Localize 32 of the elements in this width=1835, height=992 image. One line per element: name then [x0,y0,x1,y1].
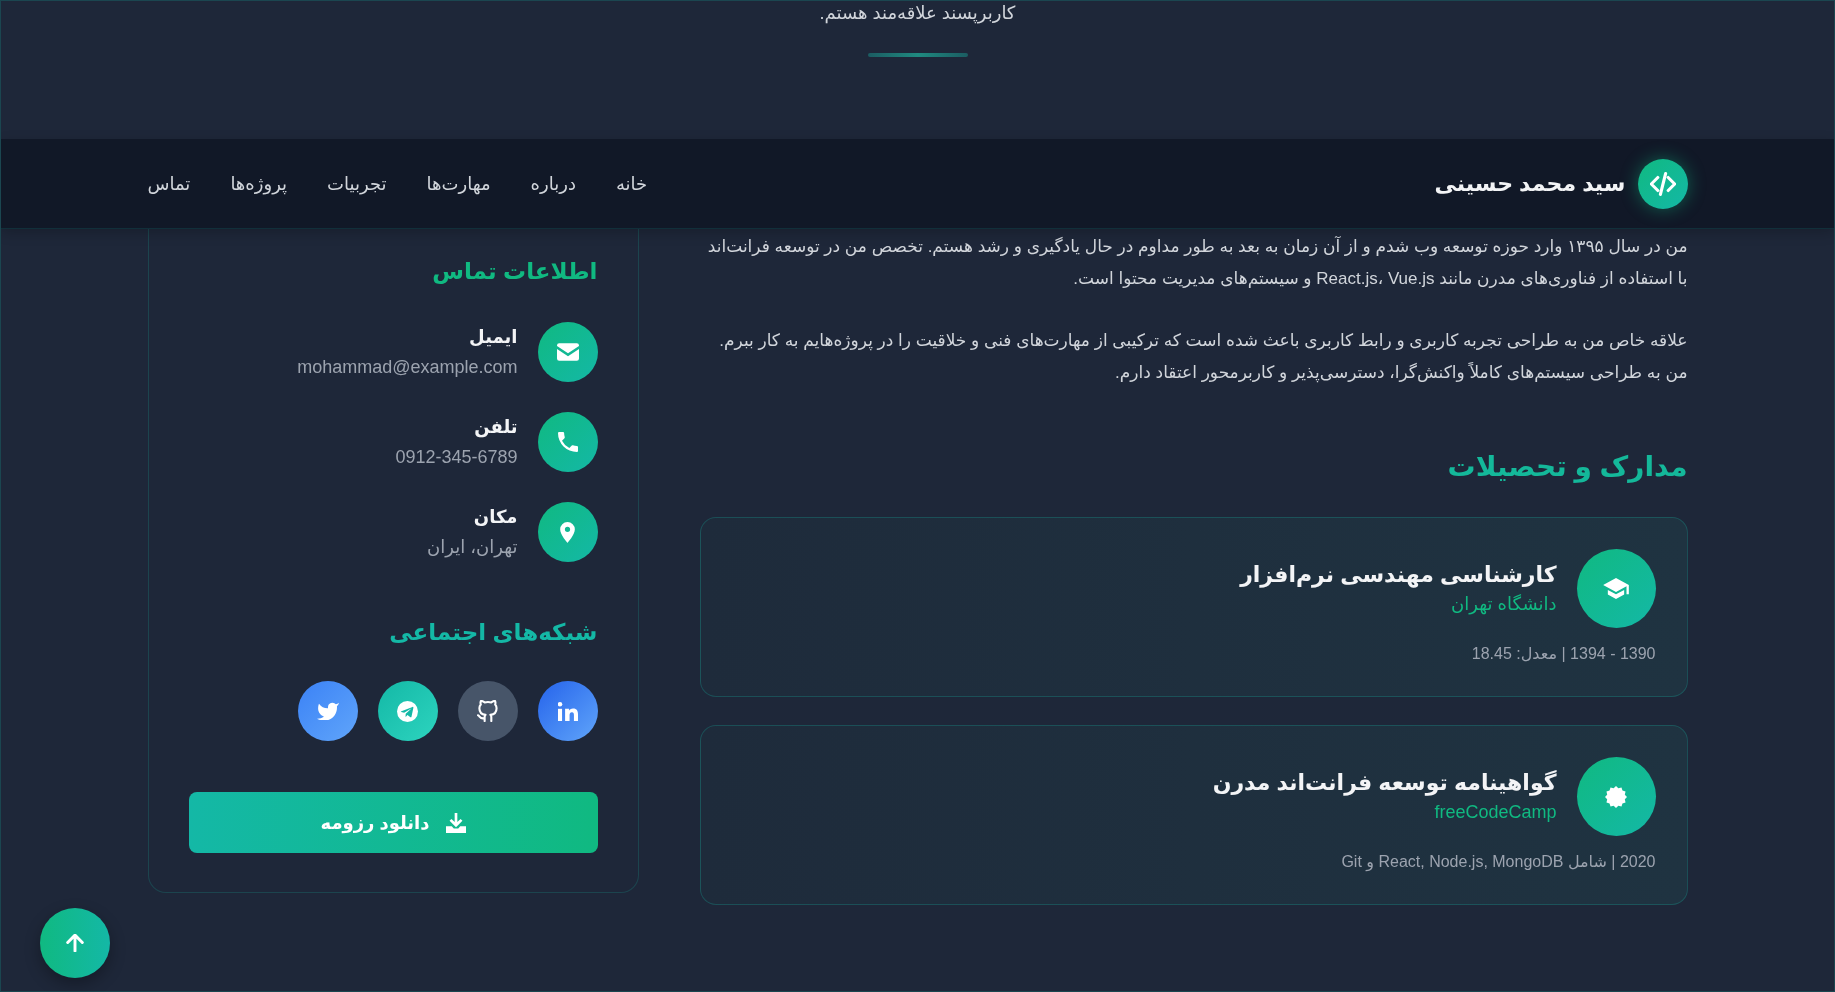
about-paragraph: من در سال ۱۳۹۵ وارد حوزه توسعه وب شدم و از آن زمان به بعد به طور مداوم در حال یادگیری و رشد هستم. تخصص من در توسعه فرانت‌اند با استفاده از فناوری‌های مدرن مانند React.js، Vue.js و سیستم‌های مدیریت محتوا است. [706,235,1688,290]
contact-heading: اطلاعات تماس [431,257,598,286]
nav-link[interactable]: تماس [147,172,191,195]
about-paragraph: علاقه خاص من به طراحی تجربه کاربری و رابط کاربری باعث شده است که ترکیبی از مهارت‌های فنی و خلاقیت را در پروژه‌هایم به کار ببرم. من به طراحی سیستم‌های کاملاً واکنش‌گرا، دسترسی‌پذیر و کاربرمحور اعتقاد دارم. [718,330,1688,385]
nav-link[interactable]: پروژه‌ها [230,172,288,195]
institution-name: freeCodeCamp [1433,800,1557,824]
institution-name: دانشگاه تهران [1450,592,1557,617]
site-title[interactable]: سید محمد حسینی [1434,170,1626,197]
nav-link[interactable]: خانه [615,172,648,195]
education-details: 2020 | شامل React, Node.js, MongoDB و Git [1340,852,1656,874]
education-title: گواهینامه توسعه فرانت‌اند مدرن [1212,768,1557,798]
bird-icon [316,702,339,720]
education-details: 1390 - 1394 | معدل: 18.45 [1470,644,1656,664]
contact-label: مکان [472,506,518,529]
code-icon [1637,158,1688,209]
contact-value: تهران، ایران [427,536,518,560]
contact-label: ایمیل [468,326,518,349]
social-heading: شبکه‌های اجتماعی [388,618,598,647]
section-heading: مدارک و تحصیلات [1446,450,1688,485]
nav-link[interactable]: مهارت‌ها [426,172,491,195]
contact-value: mohammad@example.com [297,356,518,379]
in-logo-icon [557,701,578,721]
cat-logo-icon [477,700,498,722]
arrow-up-icon [66,934,84,952]
contact-label: تلفن [473,416,518,440]
download-icon [445,812,466,833]
contact-value: 0912-345-6789 [395,446,518,469]
education-title: کارشناسی مهندسی نرم‌افزار [1240,560,1557,590]
nav-link[interactable]: تجربیات [327,172,387,195]
paper-plane-icon [397,700,418,722]
intro-text: کاربرپسند علاقه‌مند هستم. [819,2,1016,25]
nav-link[interactable]: درباره [530,172,576,195]
